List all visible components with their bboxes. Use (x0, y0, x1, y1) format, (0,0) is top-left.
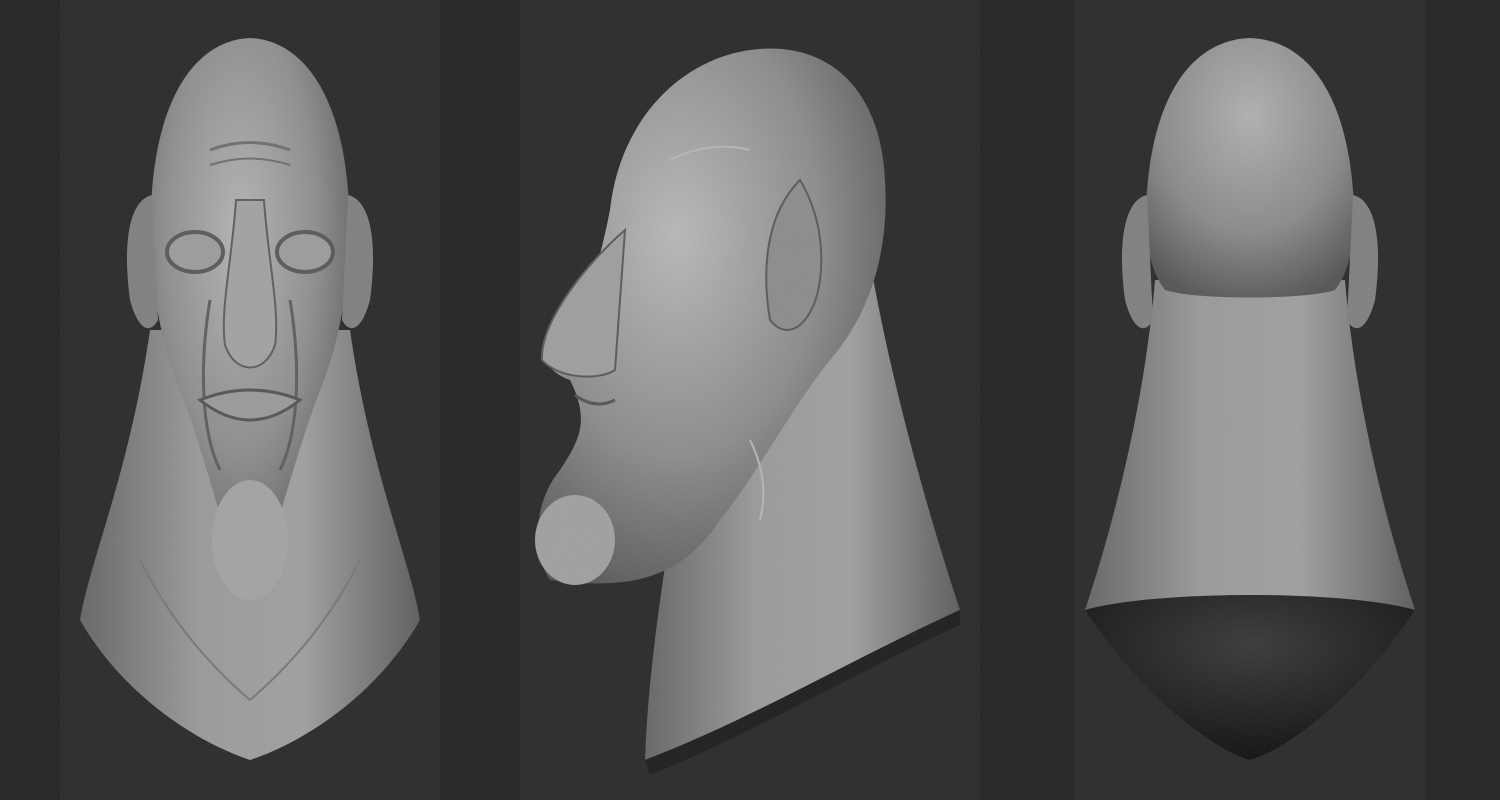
side-view (520, 0, 980, 800)
sculpt-turnaround-image (0, 0, 1500, 800)
front-view (60, 0, 440, 800)
back-view (1075, 0, 1425, 800)
